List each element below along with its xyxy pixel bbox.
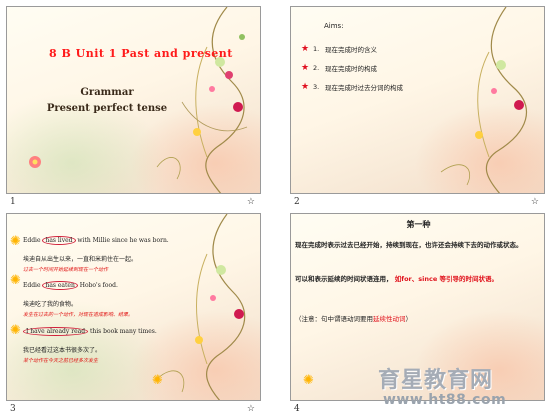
floral-decoration-icon: [440, 7, 528, 193]
aim-item: ★ 3. 现在完成时过去分词的构成: [301, 82, 403, 92]
star-icon: ★: [301, 82, 310, 92]
flower-bullet-icon: ✺: [10, 323, 21, 338]
star-icon: ★: [301, 44, 310, 54]
slide-1-subtitle-grammar: Grammar: [80, 87, 134, 98]
slide-number: 3: [10, 404, 16, 414]
aim-item: ★ 1. 现在完成时的含义: [301, 44, 377, 54]
slide-transition-icon[interactable]: ☆: [531, 197, 539, 207]
slide-4-paragraph-2: 可以和表示延续的时间状语连用， 如for、since 等引导的时间状语。: [295, 275, 499, 283]
slide-2-canvas[interactable]: Aims: ★ 1. 现在完成时的含义 ★ 2. 现在完成时的构成 ★ 3. 现…: [290, 6, 545, 194]
example-sentence-2: Eddie has eaten Hobo's food.: [23, 281, 118, 290]
slide-2-aims-label: Aims:: [324, 22, 344, 30]
slide-1-subtitle-tense: Present perfect tense: [46, 103, 168, 114]
example-translation-1: 埃迪自从出生以来，一直和米莉住在一起。: [23, 256, 138, 263]
slide-1-canvas[interactable]: 8 B Unit 1 Past and present Grammar Pres…: [6, 6, 261, 194]
flower-decoration-icon: ✺: [152, 373, 163, 388]
slide-transition-icon[interactable]: ☆: [247, 197, 255, 207]
slide-number: 2: [294, 197, 300, 207]
flower-bullet-icon: ✺: [10, 273, 21, 288]
slide-1-title: 8 B Unit 1 Past and present: [49, 47, 233, 60]
slide-thumbnail-2[interactable]: Aims: ★ 1. 现在完成时的含义 ★ 2. 现在完成时的构成 ★ 3. 现…: [290, 6, 545, 207]
slide-4-note: （注意：句中谓语动词要用延续性动词）: [295, 315, 412, 323]
slide-thumbnail-1[interactable]: 8 B Unit 1 Past and present Grammar Pres…: [6, 6, 261, 207]
example-sentence-3: I have already read this book many times…: [23, 327, 157, 336]
example-sentence-1: Eddie has lived with Millie since he was…: [23, 236, 169, 245]
example-note-2: 发生在过去的一个动作，对现在造成影响、结果。: [23, 312, 134, 318]
aim-item: ★ 2. 现在完成时的构成: [301, 63, 377, 73]
slide-number: 4: [294, 404, 300, 414]
flower-bullet-icon: ✺: [10, 234, 21, 249]
watermark-title: 育星教育网: [378, 368, 494, 393]
slide-thumbnail-3[interactable]: ✺ ✺ ✺ ✺ Eddie has lived with Millie sinc…: [6, 213, 261, 414]
slide-4-heading: 第一种: [406, 220, 431, 229]
star-icon: ★: [301, 63, 310, 73]
slide-transition-icon[interactable]: ☆: [247, 404, 255, 414]
slide-number: 1: [10, 197, 16, 207]
floral-decoration-icon: [29, 7, 248, 193]
example-translation-3: 我已经看过这本书很多次了。: [23, 347, 102, 354]
example-note-1: 过去一个时间开始延续到现在一个动作: [23, 267, 109, 273]
watermark-url: www.ht88.com: [383, 392, 507, 408]
slide-3-canvas[interactable]: ✺ ✺ ✺ ✺ Eddie has lived with Millie sinc…: [6, 213, 261, 401]
flower-decoration-icon: ✺: [303, 373, 314, 388]
example-note-3: 某个动作在今天之前已经多次发生: [23, 358, 99, 364]
example-translation-2: 埃迪吃了我的食物。: [23, 301, 78, 308]
slide-4-paragraph-1: 现在完成时表示过去已经开始，持续到现在，也许还会持续下去的动作或状态。: [295, 241, 523, 249]
